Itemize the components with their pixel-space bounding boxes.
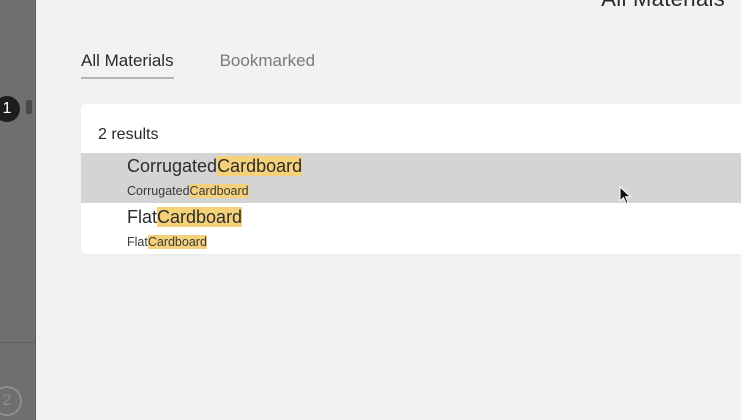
step-badge-2: 2 [0,386,22,416]
mouse-pointer-icon [619,186,632,205]
results-count: 2 results [98,126,159,143]
step-label-peek [26,100,32,114]
result-item-flat-cardboard[interactable]: FlatCardboard FlatCardboard [81,204,741,254]
result-path: CorrugatedCardboard [127,184,249,198]
result-path-text: Flat [127,235,148,249]
search-match-highlight: Cardboard [147,235,207,249]
result-path: FlatCardboard [127,235,207,249]
result-title-text: Corrugated [127,156,218,176]
search-match-highlight: Cardboard [189,184,249,198]
search-match-highlight: Cardboard [217,156,303,176]
result-item-corrugated-cardboard[interactable]: CorrugatedCardboard CorrugatedCardboard [81,153,741,203]
tab-all-materials[interactable]: All Materials [81,51,174,79]
tab-bar: All Materials Bookmarked [81,51,315,79]
results-dropdown: 2 results CorrugatedCardboard Corrugated… [81,104,741,254]
result-path-text: Corrugated [127,184,190,198]
divider [0,342,36,343]
panel-title: All Materials [601,0,725,12]
search-match-highlight: Cardboard [157,207,243,227]
tab-bookmarked[interactable]: Bookmarked [220,51,315,79]
result-title: CorrugatedCardboard [127,156,303,177]
materials-panel: All Materials All Materials Bookmarked 2… [36,0,741,420]
background-overlay: 1 2 [0,0,36,420]
result-title: FlatCardboard [127,207,243,228]
result-title-text: Flat [127,207,158,227]
step-badge-1: 1 [0,96,20,122]
